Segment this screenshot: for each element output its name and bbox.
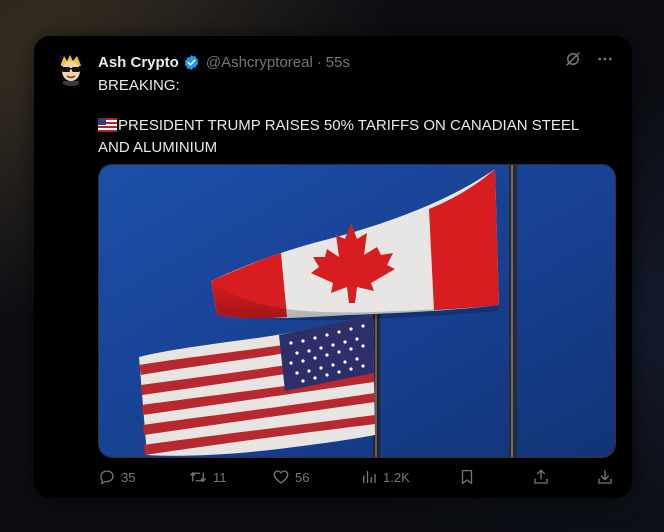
flags-photo	[99, 165, 615, 457]
tweet-header: Ash Crypto @Ashcryptoreal · 55s	[98, 52, 350, 72]
author-handle[interactable]: @Ashcryptoreal	[206, 54, 313, 71]
like-count: 56	[295, 469, 310, 485]
views-count: 1.2K	[383, 469, 410, 485]
tweet-media-image[interactable]	[98, 164, 616, 458]
separator-dot: ·	[316, 53, 322, 71]
verified-badge-icon	[183, 54, 200, 71]
like-button[interactable]: 56	[272, 468, 309, 486]
views-icon	[360, 468, 378, 486]
timestamp[interactable]: 55s	[326, 54, 350, 71]
bookmark-icon	[458, 468, 476, 486]
reply-button[interactable]: 35	[98, 468, 135, 486]
tweet-headline-text: PRESIDENT TRUMP RAISES 50% TARIFFS ON CA…	[98, 117, 579, 156]
share-button[interactable]	[532, 468, 550, 486]
tweet-actions: 35 11 56 1.2K	[98, 468, 618, 490]
author-name[interactable]: Ash Crypto	[98, 54, 179, 71]
download-icon	[596, 468, 614, 486]
repost-icon	[188, 468, 208, 486]
avatar-image	[54, 52, 88, 86]
tweet-card[interactable]: Ash Crypto @Ashcryptoreal · 55s BREAKING…	[34, 36, 632, 498]
tweet-text: BREAKING: PRESIDENT TRUMP RAISES 50% TAR…	[98, 76, 608, 158]
views-button[interactable]: 1.2K	[360, 468, 410, 486]
us-flag-emoji	[98, 118, 117, 138]
more-icon[interactable]	[596, 50, 614, 73]
bookmark-button[interactable]	[458, 468, 476, 486]
repost-count: 11	[213, 469, 227, 485]
like-icon	[272, 468, 290, 486]
tweet-line-breaking: BREAKING:	[98, 77, 180, 94]
avatar[interactable]	[54, 52, 88, 86]
download-button[interactable]	[596, 468, 614, 486]
reply-icon	[98, 468, 116, 486]
tweet-top-actions	[564, 50, 614, 73]
share-icon	[532, 468, 550, 486]
tweet-line-headline: PRESIDENT TRUMP RAISES 50% TARIFFS ON CA…	[98, 116, 608, 158]
repost-button[interactable]: 11	[188, 468, 227, 486]
grok-icon[interactable]	[564, 50, 582, 73]
reply-count: 35	[121, 469, 136, 485]
